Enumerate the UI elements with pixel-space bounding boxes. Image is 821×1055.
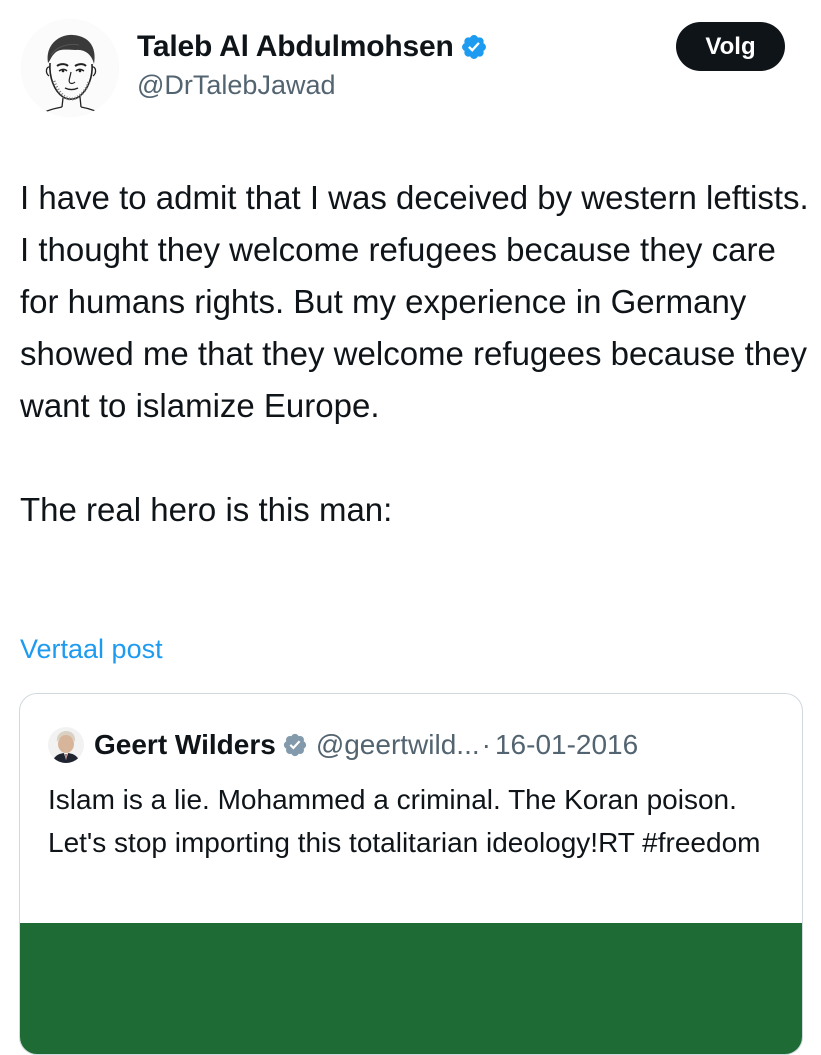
follow-button[interactable]: Volg [676,22,785,71]
quoted-post-date: 16-01-2016 [494,729,639,760]
author-avatar[interactable] [21,19,119,117]
quoted-post-card[interactable]: Geert Wilders @geertwild... · 16-01-2016… [19,693,803,1055]
quoted-post-header: Geert Wilders @geertwild... · 16-01-2016 [48,727,638,763]
author-handle[interactable]: @DrTalebJawad [137,70,336,101]
quoted-author-handle: @geertwild... [315,729,480,760]
post-paragraph: I have to admit that I was deceived by w… [20,179,809,424]
post-paragraph: The real hero is this man: [20,491,393,528]
quoted-author-avatar [48,727,84,763]
verified-badge-gray-icon [283,733,306,757]
quoted-author-name: Geert Wilders [94,729,276,760]
quoted-post-text: Islam is a lie. Mohammed a criminal. The… [48,784,761,858]
sketch-portrait-icon [21,19,119,117]
portrait-avatar-icon [48,727,84,763]
translate-post-link[interactable]: Vertaal post [20,634,163,665]
author-name-row: Taleb Al Abdulmohsen [137,27,488,67]
dot-separator: · [481,729,491,760]
quoted-post-media[interactable] [20,923,802,1054]
author-display-name[interactable]: Taleb Al Abdulmohsen [137,30,454,64]
verified-badge-icon[interactable] [460,33,488,61]
post-body: I have to admit that I was deceived by w… [20,172,810,536]
